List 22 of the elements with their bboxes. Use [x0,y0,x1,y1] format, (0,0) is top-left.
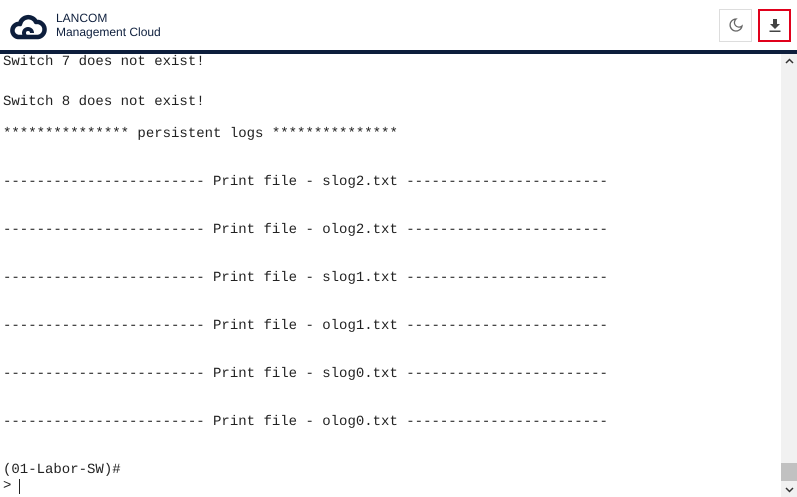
scrollbar-thumb[interactable] [781,463,797,481]
log-line: ------------------------ Print file - olog1.txt ------------------------ [3,318,608,334]
text-cursor[interactable] [19,478,20,494]
download-button[interactable] [758,8,791,42]
log-line: ------------------------ Print file - slog0.txt ------------------------ [3,366,608,382]
log-line: (01-Labor-SW)# [3,462,121,478]
scroll-down-icon[interactable] [784,487,794,493]
command-prompt: > [3,478,12,494]
scroll-up-icon[interactable] [784,58,794,64]
log-line: ------------------------ Print file - slog1.txt ------------------------ [3,270,608,286]
log-line: Switch 7 does not exist! [3,54,205,70]
theme-toggle-button[interactable] [719,8,752,42]
download-icon [768,18,780,32]
scrollbar[interactable] [781,54,797,497]
product-name: Management Cloud [56,25,161,39]
log-line: *************** persistent logs *************** [3,126,398,142]
log-line: ------------------------ Print file - slog2.txt ------------------------ [3,174,608,190]
moon-icon [728,18,742,32]
brand-name: LANCOM [56,11,108,25]
log-line: Switch 8 does not exist! [3,94,205,110]
log-line: ------------------------ Print file - olog0.txt ------------------------ [3,414,608,430]
log-line: ------------------------ Print file - olog2.txt ------------------------ [3,222,608,238]
